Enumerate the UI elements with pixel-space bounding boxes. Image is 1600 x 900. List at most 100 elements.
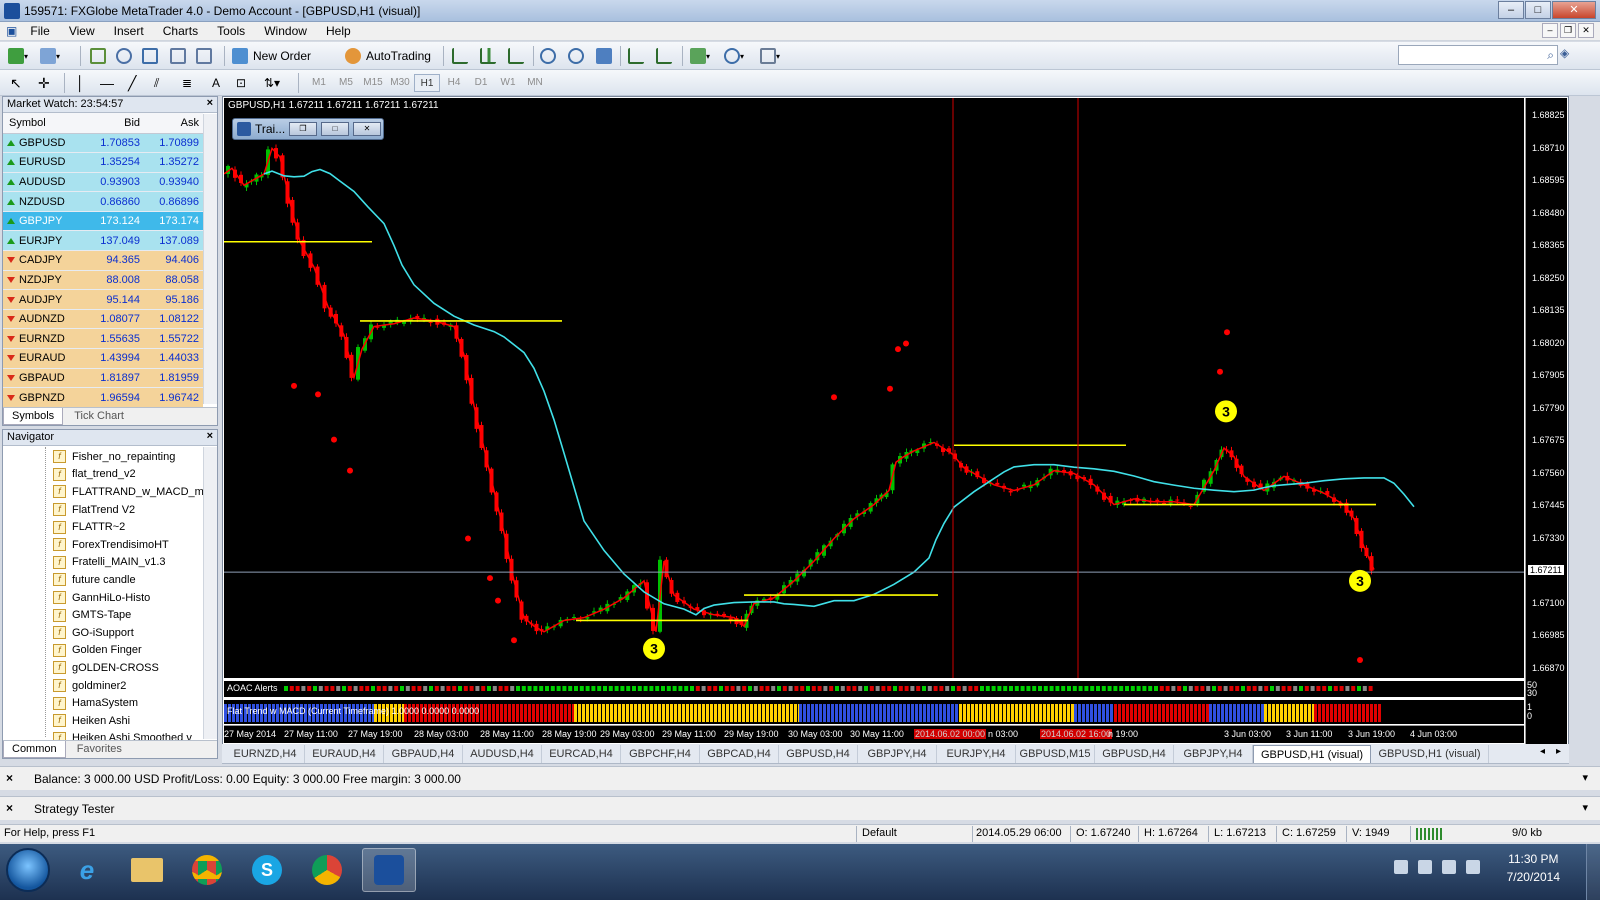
profiles-button[interactable]: ▾ xyxy=(40,45,60,67)
chart-tab[interactable]: GBPUSD,H4 xyxy=(779,745,858,763)
zoom-out-button[interactable] xyxy=(568,45,584,67)
navigator-button[interactable] xyxy=(142,45,158,67)
navigator-indicator-item[interactable]: f future candle xyxy=(53,571,136,589)
timeframe-w1[interactable]: W1 xyxy=(495,74,521,92)
chart-tab[interactable]: EURNZD,H4 xyxy=(226,745,305,763)
navigator-indicator-item[interactable]: f GannHiLo-Histo xyxy=(53,589,150,607)
taskbar-metatrader-icon[interactable] xyxy=(362,848,416,892)
tray-power-icon[interactable] xyxy=(1466,860,1480,874)
tile-windows-button[interactable] xyxy=(596,45,612,67)
indicators-button[interactable]: ▾ xyxy=(690,45,710,67)
new-chart-button[interactable]: ▾ xyxy=(8,45,28,67)
market-watch-row[interactable]: NZDJPY 88.008 88.058 xyxy=(3,270,203,291)
timeframe-m30[interactable]: M30 xyxy=(387,74,413,92)
fibonacci-tool[interactable]: ≣ xyxy=(182,72,192,94)
menu-charts[interactable]: Charts xyxy=(155,22,206,40)
maximize-button[interactable]: □ xyxy=(1525,1,1551,19)
vertical-line-tool[interactable]: │ xyxy=(76,72,85,94)
data-window-button[interactable] xyxy=(116,45,132,67)
line-chart-button[interactable] xyxy=(508,45,524,67)
navigator-close-icon[interactable]: × xyxy=(207,430,213,442)
navigator-indicator-item[interactable]: f Heiken Ashi xyxy=(53,712,130,730)
col-symbol[interactable]: Symbol xyxy=(3,113,86,134)
terminal-button[interactable] xyxy=(170,45,186,67)
chart-tab[interactable]: EURJPY,H4 xyxy=(937,745,1016,763)
menu-tools[interactable]: Tools xyxy=(209,22,253,40)
tray-flag-icon[interactable] xyxy=(1394,860,1408,874)
timeframe-mn[interactable]: MN xyxy=(522,74,548,92)
menu-help[interactable]: Help xyxy=(318,22,359,40)
timeframe-h4[interactable]: H4 xyxy=(441,74,467,92)
auto-scroll-button[interactable] xyxy=(628,45,644,67)
text-tool[interactable]: A xyxy=(212,72,220,94)
terminal-collapse-icon[interactable]: ▾ xyxy=(1582,771,1588,784)
chart-tab[interactable]: GBPUSD,M15 xyxy=(1016,745,1095,763)
chart-tab[interactable]: GBPUSD,H4 xyxy=(1095,745,1174,763)
navigator-indicator-item[interactable]: f Golden Finger xyxy=(53,642,142,660)
start-button-icon[interactable] xyxy=(6,848,50,892)
tab-tick-chart[interactable]: Tick Chart xyxy=(66,408,132,424)
trade-panel-close-button[interactable]: ✕ xyxy=(353,122,381,136)
taskbar-skype-icon[interactable]: S xyxy=(240,848,294,892)
navigator-indicator-item[interactable]: f Fratelli_MAIN_v1.3 xyxy=(53,554,166,572)
navigator-indicator-item[interactable]: f FlatTrend V2 xyxy=(53,501,135,519)
chart-tab[interactable]: EURAUD,H4 xyxy=(305,745,384,763)
chart-tab[interactable]: GBPUSD,H1 (visual) xyxy=(1253,745,1371,763)
cursor-tool[interactable]: ↖ xyxy=(10,72,22,94)
tab-favorites[interactable]: Favorites xyxy=(69,741,130,757)
chart-tab[interactable]: AUDUSD,H4 xyxy=(463,745,542,763)
navigator-scrollbar[interactable] xyxy=(203,447,217,739)
close-button[interactable]: ✕ xyxy=(1552,1,1596,19)
price-chart[interactable]: GBPUSD,H1 1.67211 1.67211 1.67211 1.6721… xyxy=(224,98,1524,678)
mdi-restore-button[interactable]: ❐ xyxy=(1560,23,1576,38)
tab-common[interactable]: Common xyxy=(3,741,66,758)
tabs-right-arrow-icon[interactable]: ▸ xyxy=(1556,746,1561,757)
chart-tab[interactable]: EURCAD,H4 xyxy=(542,745,621,763)
strategy-tester-title[interactable]: Strategy Tester xyxy=(34,802,114,816)
market-watch-row[interactable]: AUDNZD 1.08077 1.08122 xyxy=(3,309,203,330)
trade-panel-restore-button[interactable]: ❐ xyxy=(289,122,317,136)
taskbar-chrome-icon[interactable] xyxy=(180,848,234,892)
col-ask[interactable]: Ask xyxy=(144,113,203,134)
arrows-tool[interactable]: ⇅▾ xyxy=(264,72,280,94)
chart-tab[interactable]: GBPUSD,H1 (visual) xyxy=(1371,745,1489,763)
zoom-in-button[interactable] xyxy=(540,45,556,67)
chart-tab[interactable]: GBPJPY,H4 xyxy=(1174,745,1253,763)
navigator-indicator-item[interactable]: f GMTS-Tape xyxy=(53,606,131,624)
market-watch-scrollbar[interactable] xyxy=(203,114,217,404)
market-watch-row[interactable]: EURUSD 1.35254 1.35272 xyxy=(3,152,203,173)
tester-close-icon[interactable]: × xyxy=(6,801,13,815)
taskbar-internet-explorer-icon[interactable]: e xyxy=(60,848,114,892)
text-label-tool[interactable]: ⊡ xyxy=(236,72,246,94)
navigator-indicator-item[interactable]: f HamaSystem xyxy=(53,694,138,712)
market-watch-row[interactable]: EURAUD 1.43994 1.44033 xyxy=(3,348,203,369)
market-watch-row[interactable]: GBPJPY 173.124 173.174 xyxy=(3,211,203,232)
menu-file[interactable]: File xyxy=(22,22,57,40)
menu-view[interactable]: View xyxy=(61,22,103,40)
chart-tab[interactable]: GBPCHF,H4 xyxy=(621,745,700,763)
tray-volume-icon[interactable] xyxy=(1442,860,1456,874)
community-icon[interactable]: ◈ xyxy=(1560,46,1574,64)
menu-window[interactable]: Window xyxy=(256,22,315,40)
navigator-indicator-item[interactable]: f gOLDEN-CROSS xyxy=(53,659,159,677)
market-watch-row[interactable]: AUDJPY 95.144 95.186 xyxy=(3,289,203,310)
market-watch-row[interactable]: EURJPY 137.049 137.089 xyxy=(3,230,203,252)
navigator-indicator-item[interactable]: f goldminer2 xyxy=(53,677,126,695)
menu-insert[interactable]: Insert xyxy=(106,22,152,40)
autotrading-button[interactable]: AutoTrading xyxy=(345,45,431,67)
market-watch-row[interactable]: AUDUSD 0.93903 0.93940 xyxy=(3,172,203,193)
chart-tab[interactable]: GBPAUD,H4 xyxy=(384,745,463,763)
timeframe-h1[interactable]: H1 xyxy=(414,74,440,92)
mdi-close-button[interactable]: ✕ xyxy=(1578,23,1594,38)
navigator-indicator-item[interactable]: f GO-iSupport xyxy=(53,624,134,642)
show-desktop-button[interactable] xyxy=(1586,844,1600,900)
col-bid[interactable]: Bid xyxy=(85,113,145,134)
horizontal-line-tool[interactable]: — xyxy=(100,72,114,94)
search-input[interactable]: ⌕ xyxy=(1398,45,1558,65)
trade-panel-maximize-button[interactable]: □ xyxy=(321,122,349,136)
market-watch-button[interactable] xyxy=(90,45,106,67)
navigator-indicator-item[interactable]: f FLATTR~2 xyxy=(53,518,125,536)
timeframe-m15[interactable]: M15 xyxy=(360,74,386,92)
market-watch-row[interactable]: NZDUSD 0.86860 0.86896 xyxy=(3,191,203,212)
market-watch-row[interactable]: CADJPY 94.365 94.406 xyxy=(3,250,203,271)
